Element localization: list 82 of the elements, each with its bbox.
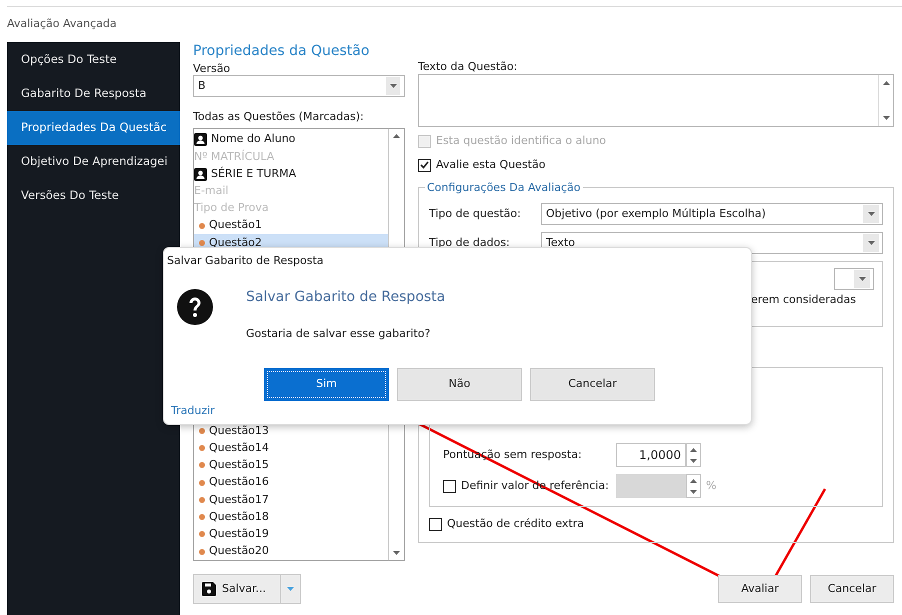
dialog-message: Gostaria de salvar esse gabarito?: [246, 326, 432, 342]
dialog-heading: Salvar Gabarito de Resposta: [246, 288, 446, 306]
checkbox[interactable]: [418, 158, 431, 172]
question-mark-icon: [177, 289, 213, 325]
person-icon: [194, 168, 207, 180]
question-label: SÉRIE E TURMA: [211, 166, 296, 182]
question-item[interactable]: Questão1: [194, 217, 388, 234]
question-label: E-mail: [194, 182, 228, 199]
question-label: Nome do Aluno: [211, 131, 296, 148]
dropdown-caret-icon: [882, 116, 890, 120]
up-caret-icon: [690, 448, 697, 452]
spin-buttons[interactable]: [686, 474, 701, 498]
footer-button[interactable]: Avaliar: [718, 575, 802, 603]
up-caret-icon: [690, 478, 697, 482]
question-item[interactable]: SÉRIE E TURMA: [194, 165, 388, 183]
person-icon: [194, 133, 207, 146]
field-label: Tipo de dados:: [429, 234, 511, 251]
dropdown-caret-icon: [393, 551, 400, 555]
dropdown-caret-icon: [868, 212, 874, 216]
translate-link[interactable]: Traduzir: [171, 402, 215, 419]
sidebar-item[interactable]: Objetivo De Aprendizagei: [7, 145, 180, 179]
question-text-label: Texto da Questão:: [418, 60, 518, 73]
dropdown-caret-icon: [690, 458, 697, 462]
checkmark-icon: [420, 161, 429, 169]
dialog-title: Salvar Gabarito de Resposta: [167, 254, 324, 268]
question-text-field[interactable]: [418, 74, 894, 127]
note-text: erem consideradas: [750, 292, 856, 308]
question-label: Tipo de Prova: [194, 200, 269, 216]
footer-button[interactable]: Cancelar: [810, 575, 894, 603]
question-item[interactable]: Questão17: [194, 491, 388, 508]
version-label: Versão: [193, 62, 232, 75]
question-label: Questão20: [209, 543, 269, 560]
window-title: Avaliação Avançada: [7, 16, 117, 32]
question-label: Questão2: [209, 234, 262, 251]
sidebar-item[interactable]: Gabarito De Resposta: [7, 77, 180, 111]
checkbox-label: Questão de crédito extra: [447, 516, 584, 532]
spin-buttons[interactable]: [686, 443, 701, 467]
version-select[interactable]: B: [193, 75, 405, 97]
panel-title: Propriedades da Questão: [193, 42, 370, 61]
question-label: Questão14: [209, 440, 269, 456]
dropdown-caret-icon: [690, 490, 697, 494]
question-label: Questão18: [209, 508, 269, 525]
question-item[interactable]: Questão14: [194, 440, 388, 457]
checkbox[interactable]: [443, 480, 456, 492]
question-item[interactable]: Questão19: [194, 526, 388, 543]
question-item[interactable]: Questão13: [194, 422, 388, 440]
sidebar-item[interactable]: Propriedades Da Questãc: [7, 111, 180, 145]
question-label: Questão1: [209, 217, 262, 234]
question-item[interactable]: Questão18: [194, 508, 388, 526]
save-label: Salvar...: [222, 580, 268, 597]
checkbox-label: Esta questão identifica o aluno: [436, 132, 606, 149]
dialog-button[interactable]: Não: [397, 368, 522, 400]
unit-label: %: [706, 478, 716, 494]
question-item[interactable]: Nome do Aluno: [194, 131, 388, 148]
sidebar-item[interactable]: Versões Do Teste: [7, 179, 180, 213]
number-field[interactable]: 1,0000: [616, 443, 686, 467]
question-label: Questão17: [209, 492, 269, 508]
question-label: Questão13: [209, 422, 269, 439]
question-label: Nº MATRÍCULA: [194, 148, 274, 165]
dropdown-caret-icon: [390, 84, 396, 88]
checkbox-label: Avalie esta Questão: [436, 156, 546, 173]
group-title: Configurações Da Avaliação: [425, 180, 583, 196]
question-label: Questão19: [209, 526, 269, 542]
up-caret-icon: [393, 134, 400, 138]
questions-label: Todas as Questões (Marcadas):: [193, 110, 365, 124]
dialog-button[interactable]: Sim: [264, 368, 389, 400]
field-label: Tipo de questão:: [429, 206, 522, 222]
select-field[interactable]: Objetivo (por exemplo Múltipla Escolha): [541, 203, 883, 225]
question-item[interactable]: Questão16: [194, 474, 388, 492]
question-label: Questão15: [209, 457, 269, 474]
question-item[interactable]: Questão15: [194, 456, 388, 474]
checkbox[interactable]: [429, 518, 442, 531]
dropdown-caret-icon: [868, 241, 874, 245]
select-field[interactable]: [834, 268, 874, 290]
question-label: Questão16: [209, 474, 269, 490]
question-item[interactable]: Questão20: [194, 542, 388, 560]
dropdown-caret-icon: [858, 277, 866, 281]
dialog-button[interactable]: Cancelar: [530, 368, 655, 400]
save-split-button[interactable]: Salvar...: [193, 574, 301, 604]
up-caret-icon: [882, 81, 890, 85]
number-field[interactable]: [616, 474, 686, 498]
sidebar-item[interactable]: Opções Do Teste: [7, 43, 180, 77]
